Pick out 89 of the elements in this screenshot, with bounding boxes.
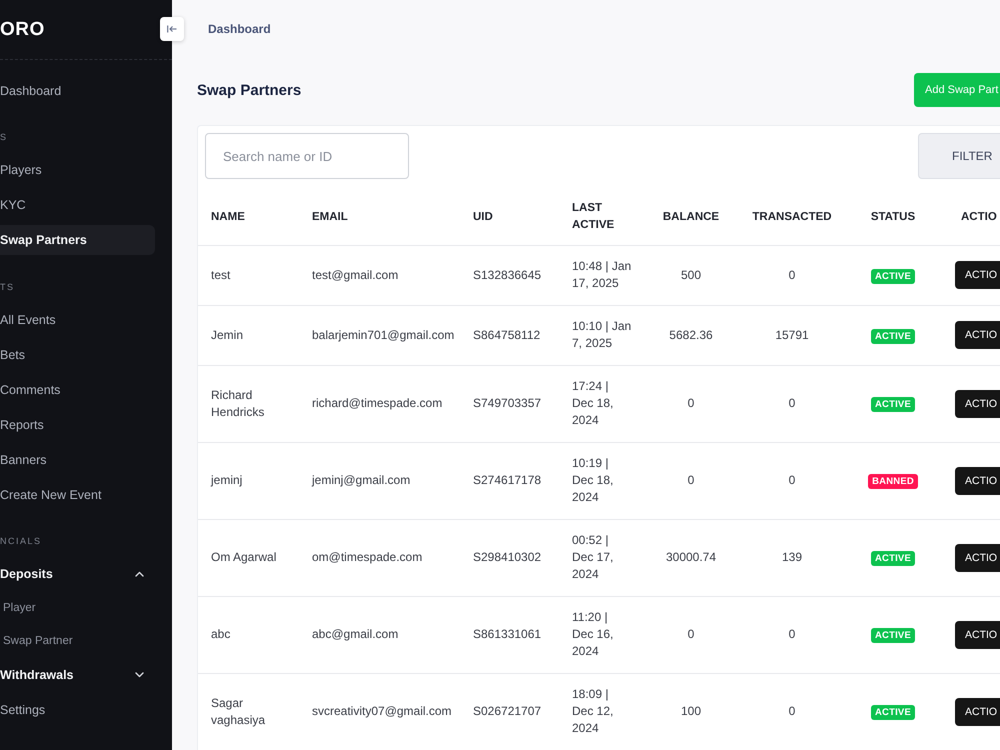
table-cell: 5682.36 [646, 305, 736, 365]
status-badge: ACTIVE [870, 705, 916, 720]
table-cell: S132836645 [460, 245, 559, 305]
section-label: NCIALS [0, 535, 43, 548]
table-cell: 0 [646, 442, 736, 519]
table-cell: richard@timespade.com [299, 365, 460, 442]
table-cell: 0 [736, 596, 848, 673]
action-button[interactable]: ACTIO [955, 261, 1000, 289]
column-header: ACTIO [938, 190, 1000, 245]
table-cell: svcreativity07@gmail.com [299, 673, 460, 750]
action-button[interactable]: ACTIO [955, 544, 1000, 572]
table-cell: Richard Hendricks [198, 365, 299, 442]
table-cell: S861331061 [460, 596, 559, 673]
table-cell: 10:48 | Jan 17, 2025 [559, 245, 646, 305]
nav-item[interactable]: Reports [0, 410, 155, 440]
nav-item[interactable]: All Events [0, 304, 155, 334]
table-cell: S026721707 [460, 673, 559, 750]
column-header: NAME [198, 190, 299, 245]
table-cell: Jemin [198, 305, 299, 365]
table-cell: S298410302 [460, 519, 559, 596]
table-cell: 0 [736, 365, 848, 442]
table-cell: balarjemin701@gmail.com [299, 305, 460, 365]
table-cell: test [198, 245, 299, 305]
table-cell: Om Agarwal [198, 519, 299, 596]
nav-group[interactable]: Withdrawals [0, 660, 155, 690]
nav-item[interactable]: Dashboard [0, 76, 155, 106]
action-button[interactable]: ACTIO [955, 321, 1000, 349]
table-cell: 10:10 | Jan 7, 2025 [559, 305, 646, 365]
column-header: TRANSACTED [736, 190, 848, 245]
nav-item[interactable]: Settings [0, 695, 155, 725]
status-badge: ACTIVE [870, 551, 916, 566]
page-title: Swap Partners [197, 82, 302, 98]
table-cell: S864758112 [460, 305, 559, 365]
table-cell: 500 [646, 245, 736, 305]
table-cell: 11:20 | Dec 16, 2024 [559, 596, 646, 673]
nav-item[interactable]: Create New Event [0, 480, 155, 510]
table-cell: jeminj@gmail.com [299, 442, 460, 519]
section-label: S [0, 131, 9, 144]
table-cell: 100 [646, 673, 736, 750]
search-field[interactable]: Search name or ID [205, 133, 409, 179]
table-cell: 0 [736, 442, 848, 519]
nav-item[interactable]: Banners [0, 444, 155, 474]
nav-item[interactable]: Bets [0, 340, 155, 370]
column-header: LAST ACTIVE [559, 190, 646, 245]
table-cell: S749703357 [460, 365, 559, 442]
status-badge: ACTIVE [870, 397, 916, 412]
table-cell: jeminj [198, 442, 299, 519]
table-cell: om@timespade.com [299, 519, 460, 596]
table-cell: S274617178 [460, 442, 559, 519]
table-cell: abc@gmail.com [299, 596, 460, 673]
status-badge: BANNED [868, 474, 918, 489]
nav-item[interactable]: KYC [0, 190, 155, 220]
nav-group[interactable]: Deposits [0, 559, 155, 589]
action-button[interactable]: ACTIO [955, 466, 1000, 494]
table-cell: 10:19 | Dec 18, 2024 [559, 442, 646, 519]
column-header: EMAIL [299, 190, 460, 245]
status-badge: ACTIVE [870, 328, 916, 344]
status-badge: ACTIVE [870, 268, 916, 284]
table-cell: 17:24 | Dec 18, 2024 [559, 365, 646, 442]
action-button[interactable]: ACTIO [955, 698, 1000, 726]
action-button[interactable]: ACTIO [955, 620, 1000, 648]
table-cell: 0 [736, 673, 848, 750]
nav-item[interactable]: Comments [0, 374, 155, 404]
section-label: TS [0, 280, 16, 294]
table-cell: Sagar vaghasiya [198, 673, 299, 750]
nav-item[interactable]: Players [0, 155, 155, 185]
column-header: BALANCE [646, 190, 736, 245]
action-button[interactable]: ACTIO [955, 390, 1000, 418]
column-header: STATUS [848, 190, 938, 245]
nav-subitem[interactable]: Player [0, 594, 155, 622]
column-header: UID [460, 190, 559, 245]
table-cell: 15791 [736, 305, 848, 365]
table-cell: 139 [736, 519, 848, 596]
table-cell: 0 [646, 596, 736, 673]
table-cell: 00:52 | Dec 17, 2024 [559, 519, 646, 596]
logo: ORO [0, 18, 45, 40]
table-cell: 18:09 | Dec 12, 2024 [559, 673, 646, 750]
status-badge: ACTIVE [870, 628, 916, 643]
filter-button[interactable]: FILTER [918, 133, 1000, 179]
table-cell: 0 [736, 245, 848, 305]
table-cell: 0 [646, 365, 736, 442]
collapse-button[interactable] [160, 17, 184, 41]
table-cell: test@gmail.com [299, 245, 460, 305]
table-cell: 30000.74 [646, 519, 736, 596]
bar-arrow-left-icon [167, 25, 177, 33]
nav-subitem[interactable]: Swap Partner [0, 627, 155, 655]
table-cell: abc [198, 596, 299, 673]
nav-item[interactable]: Swap Partners [0, 225, 155, 255]
breadcrumb-link[interactable]: Dashboard [208, 22, 271, 36]
